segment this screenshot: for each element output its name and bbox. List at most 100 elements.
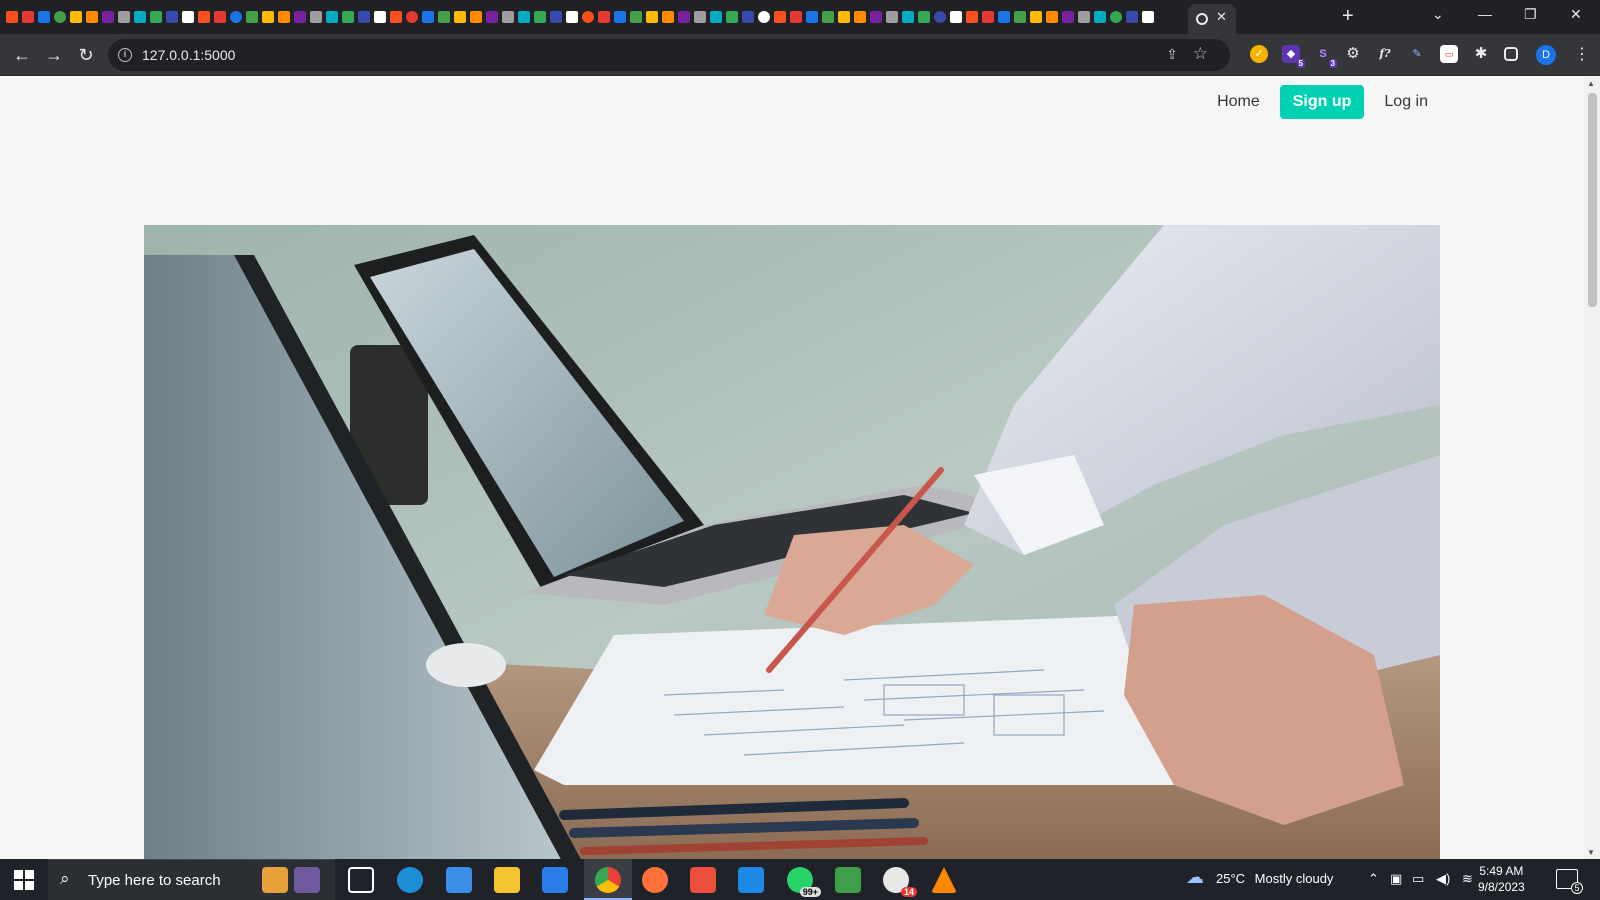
task-view-icon[interactable] (348, 867, 374, 893)
battery-icon[interactable]: ▭ (1412, 871, 1424, 887)
pinned-tab-favicon-icon[interactable] (6, 11, 18, 23)
pinned-tab-favicon-icon[interactable] (1126, 11, 1138, 23)
pinned-tab-favicon-icon[interactable] (182, 11, 194, 23)
notification-center-icon[interactable]: 5 (1556, 869, 1583, 894)
pinned-tab-favicon-icon[interactable] (326, 11, 338, 23)
pinned-tab-favicon-icon[interactable] (1142, 11, 1154, 23)
pinned-tab-favicon-icon[interactable] (1078, 11, 1090, 23)
pinned-tab-favicon-icon[interactable] (374, 11, 386, 23)
weather-widget[interactable]: 25°C Mostly cloudy (1216, 871, 1333, 886)
pinned-tab-favicon-icon[interactable] (262, 11, 274, 23)
pinned-tab-favicon-icon[interactable] (774, 11, 786, 23)
pinned-tab-favicon-icon[interactable] (54, 11, 66, 23)
pinned-tab-favicon-icon[interactable] (166, 11, 178, 23)
site-info-icon[interactable]: i (118, 48, 132, 62)
browser-menu-icon[interactable]: ⋮ (1574, 44, 1590, 64)
restore-button[interactable]: ❐ (1524, 6, 1537, 23)
pinned-tab-favicon-icon[interactable] (566, 11, 578, 23)
pinned-tab-favicon-icon[interactable] (550, 11, 562, 23)
pinned-tab-favicon-icon[interactable] (934, 11, 946, 23)
pinned-tab-favicon-icon[interactable] (822, 11, 834, 23)
vscode-icon[interactable] (738, 867, 764, 893)
pinned-tab-favicon-icon[interactable] (70, 11, 82, 23)
pinned-tab-favicon-icon[interactable] (1110, 11, 1122, 23)
pinned-tab-favicon-icon[interactable] (790, 11, 802, 23)
pinned-tab-favicon-icon[interactable] (678, 11, 690, 23)
system-clock[interactable]: 5:49 AM 9/8/2023 (1478, 863, 1525, 895)
pinned-tab-favicon-icon[interactable] (598, 11, 610, 23)
extension-function-icon[interactable]: f? (1376, 45, 1394, 63)
chrome-taskbar-button[interactable] (584, 859, 632, 900)
file-explorer-icon[interactable] (494, 867, 520, 893)
meet-now-icon[interactable]: ▣ (1390, 871, 1402, 887)
pinned-tab-favicon-icon[interactable] (582, 11, 594, 23)
pinned-tab-favicon-icon[interactable] (1094, 11, 1106, 23)
pinned-tab-favicon-icon[interactable] (646, 11, 658, 23)
pinned-tab-favicon-icon[interactable] (950, 11, 962, 23)
address-bar[interactable]: i 127.0.0.1:5000 ⇪ ☆ (108, 39, 1230, 71)
edge-browser-icon[interactable] (397, 867, 423, 893)
extension-s-icon[interactable]: S3 (1314, 45, 1337, 68)
pinned-tab-favicon-icon[interactable] (918, 11, 930, 23)
tab-search-icon[interactable]: ⌄ (1432, 6, 1444, 23)
scrollbar-thumb[interactable] (1588, 93, 1597, 307)
scroll-up-icon[interactable]: ▲ (1587, 79, 1595, 88)
pinned-tab-favicon-icon[interactable] (614, 11, 626, 23)
pinned-tab-favicon-icon[interactable] (342, 11, 354, 23)
pinned-tab-favicon-icon[interactable] (966, 11, 978, 23)
show-hidden-icons-chevron-icon[interactable]: ⌃ (1368, 871, 1379, 887)
extensions-puzzle-icon[interactable]: ✱ (1472, 45, 1490, 63)
pinned-tab-favicon-icon[interactable] (198, 11, 210, 23)
office-icon[interactable] (690, 867, 716, 893)
back-arrow-icon[interactable]: ← (10, 43, 34, 67)
pinned-tab-favicon-icon[interactable] (534, 11, 546, 23)
pinned-tab-favicon-icon[interactable] (38, 11, 50, 23)
pinned-tab-favicon-icon[interactable] (502, 11, 514, 23)
pinned-tab-favicon-icon[interactable] (406, 11, 418, 23)
profile-avatar[interactable]: D (1536, 45, 1556, 65)
pinned-tab-favicon-icon[interactable] (710, 11, 722, 23)
books-icon[interactable] (262, 867, 288, 893)
pinned-tab-favicon-icon[interactable] (742, 11, 754, 23)
pinned-tab-favicon-icon[interactable] (838, 11, 850, 23)
pinned-tab-favicon-icon[interactable] (390, 11, 402, 23)
nav-home-link[interactable]: Home (1217, 93, 1260, 111)
notepad-icon[interactable] (835, 867, 861, 893)
app-with-badge-icon[interactable]: 14 (883, 867, 917, 897)
extension-badge-icon[interactable]: ◆ 5 (1282, 45, 1305, 68)
pinned-tab-favicon-icon[interactable] (694, 11, 706, 23)
whatsapp-icon[interactable]: 99+ (787, 867, 821, 897)
nav-login-link[interactable]: Log in (1384, 93, 1428, 111)
pinned-tab-favicon-icon[interactable] (1014, 11, 1026, 23)
mail-icon[interactable] (446, 867, 472, 893)
pinned-tab-favicon-icon[interactable] (726, 11, 738, 23)
taskbar-search-box[interactable]: ⌕ Type here to search (48, 859, 335, 900)
pinned-tab-favicon-icon[interactable] (134, 11, 146, 23)
pinned-tab-favicon-icon[interactable] (470, 11, 482, 23)
active-tab[interactable]: ✕ (1188, 4, 1236, 34)
wifi-icon[interactable]: ≋ (1462, 871, 1473, 887)
pinned-tab-favicon-icon[interactable] (422, 11, 434, 23)
new-tab-button[interactable]: + (1342, 6, 1354, 26)
volume-icon[interactable]: ◀) (1436, 871, 1450, 887)
library-icon[interactable] (294, 867, 320, 893)
forward-arrow-icon[interactable]: → (42, 43, 66, 67)
close-tab-icon[interactable]: ✕ (1216, 9, 1227, 25)
bookmark-star-icon[interactable]: ☆ (1193, 44, 1208, 64)
vlc-icon[interactable] (931, 867, 957, 893)
pinned-tab-favicon-icon[interactable] (1046, 11, 1058, 23)
pinned-tab-favicon-icon[interactable] (214, 11, 226, 23)
pinned-tab-favicon-icon[interactable] (358, 11, 370, 23)
pinned-tab-favicon-icon[interactable] (86, 11, 98, 23)
pinned-tab-favicon-icon[interactable] (1030, 11, 1042, 23)
pinned-tab-favicon-icon[interactable] (278, 11, 290, 23)
pinned-tab-favicon-icon[interactable] (806, 11, 818, 23)
pinned-tab-favicon-icon[interactable] (982, 11, 994, 23)
pinned-tab-favicon-icon[interactable] (294, 11, 306, 23)
signup-button[interactable]: Sign up (1279, 85, 1365, 119)
pinned-tab-favicon-icon[interactable] (902, 11, 914, 23)
pinned-tab-favicon-icon[interactable] (22, 11, 34, 23)
share-icon[interactable]: ⇪ (1166, 46, 1178, 63)
pinned-tab-favicon-icon[interactable] (1062, 11, 1074, 23)
pinned-tab-favicon-icon[interactable] (454, 11, 466, 23)
